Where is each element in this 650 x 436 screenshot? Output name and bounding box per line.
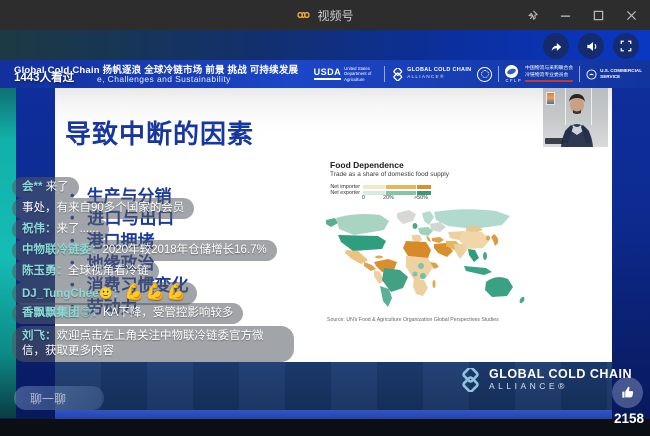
presenter-video — [543, 85, 608, 147]
legend-label-exporter: Net exporter — [330, 190, 360, 196]
window-titlebar: 视频号 — [0, 0, 650, 30]
chat-input[interactable]: 聊一聊 — [14, 386, 104, 410]
chart-title: Food Dependence — [330, 160, 404, 170]
cflp-red-bar — [525, 80, 573, 82]
chat-message: 会** 来了 — [12, 177, 79, 198]
cflp-logo: CFLP 中国物流与采购联合会 冷链物流专业委员会 — [505, 65, 573, 83]
chat-message: 祝伟：来了...... — [12, 219, 109, 240]
divider — [579, 66, 580, 82]
maximize-button[interactable] — [585, 3, 611, 27]
gcca-knot-icon — [458, 368, 482, 392]
thumbs-up-icon — [620, 385, 635, 400]
cflp-disc-icon — [505, 65, 518, 78]
gcca-footer-logo: GLOBAL COLD CHAIN ALLIANCE® — [458, 368, 632, 392]
chat-message: 事处，有来自90多个国家的会员 — [12, 198, 194, 219]
slide-title: 导致中断的因素 — [65, 114, 254, 151]
gcca-knot-icon — [391, 68, 404, 81]
app-window: 视频号 中物联冷链委 — [0, 0, 650, 436]
viewer-count: 1443人看过 — [14, 69, 74, 85]
presenter-name-tag — [545, 138, 563, 144]
minimize-button[interactable] — [552, 3, 578, 27]
legend-bar-importer — [363, 185, 431, 190]
divider — [384, 66, 385, 82]
divider — [498, 66, 499, 82]
volume-button[interactable] — [578, 33, 604, 59]
channels-logo-icon — [296, 9, 311, 21]
fullscreen-button[interactable] — [613, 33, 639, 59]
slide-footer-accent-line — [55, 410, 612, 419]
usda-logo: USDA United States Department of Agricul… — [314, 66, 379, 82]
close-button[interactable] — [618, 3, 644, 27]
like-button[interactable] — [612, 377, 643, 408]
chat-message: 刘飞：欢迎点击左上角关注中物联冷链委官方微信，获取更多内容 — [12, 326, 294, 362]
chat-message: 陈玉勇：全球视角看冷链 — [12, 261, 159, 282]
chat-message: DJ_TungChee🙂：💪💪💪 — [12, 282, 197, 305]
chat-message: 中物联冷链委：2020年较2018年仓储增长16.7% — [12, 240, 277, 261]
event-title-line2: e, Challenges and Sustainability — [97, 74, 231, 84]
partner-logo-row: USDA United States Department of Agricul… — [314, 60, 642, 88]
uscs-eagle-icon — [586, 69, 597, 80]
chat-message: 香飘飘集团😊：KA下降，受管控影响较多 — [12, 303, 243, 324]
world-map — [322, 204, 537, 310]
teal-edge-strip — [0, 60, 16, 418]
share-button[interactable] — [543, 33, 569, 59]
chart-subtitle: Trade as a share of domestic food supply — [330, 171, 449, 178]
window-title: 视频号 — [317, 7, 353, 24]
us-commercial-service-logo: U.S. COMMERCIAL SERVICE — [586, 68, 642, 80]
seal-logo — [477, 67, 492, 82]
chart-source: Source: UN's Food & Agriculture Organiza… — [327, 317, 499, 323]
gcca-header-logo: GLOBAL COLD CHAIN ALLIANCE® — [391, 67, 471, 81]
pin-icon[interactable] — [519, 3, 545, 27]
window-bottom-strip — [0, 419, 650, 436]
like-count: 2158 — [612, 411, 646, 426]
